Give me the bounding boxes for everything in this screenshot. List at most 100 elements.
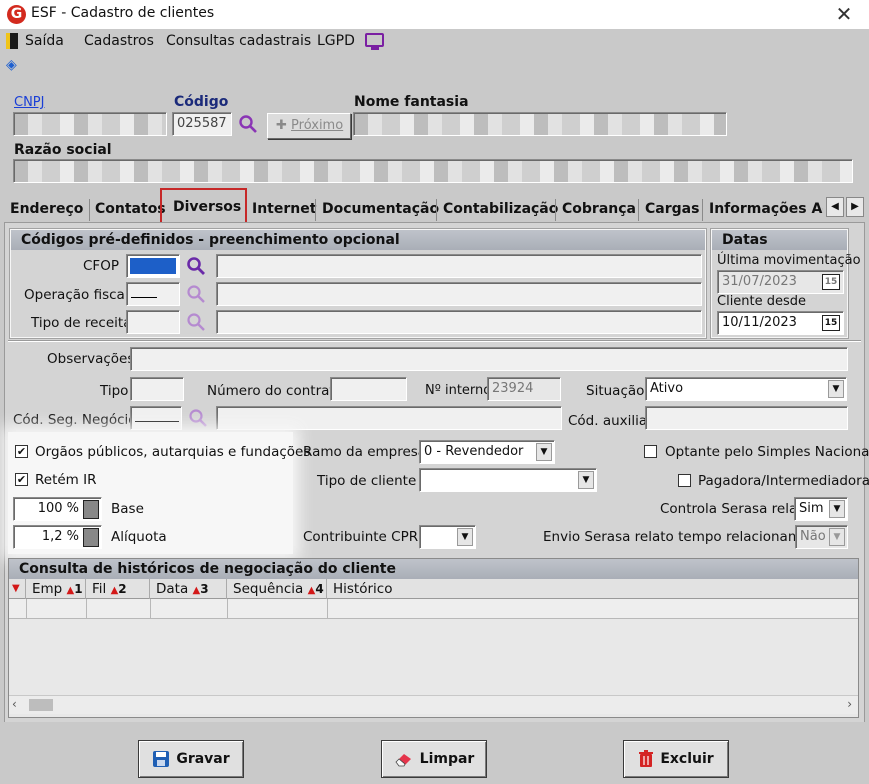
- search-icon[interactable]: [186, 312, 206, 332]
- col-sequencia-label: Sequência: [233, 581, 304, 597]
- cfop-description-field[interactable]: [216, 254, 702, 278]
- ramo-label: Ramo da empresa: [303, 444, 427, 460]
- text-cursor: [131, 297, 157, 298]
- tab-endereco[interactable]: Endereço: [10, 201, 83, 217]
- col-fil[interactable]: Fil ▲2: [86, 579, 150, 599]
- razao-social-field[interactable]: [13, 159, 853, 183]
- col-emp[interactable]: Emp ▲1: [26, 579, 86, 599]
- chevron-down-icon[interactable]: ▼: [578, 471, 594, 489]
- calculator-icon[interactable]: [83, 500, 99, 519]
- search-icon[interactable]: [186, 284, 206, 304]
- tab-cobranca[interactable]: Cobrança: [562, 201, 636, 217]
- cfop-field[interactable]: [126, 254, 180, 278]
- operacao-description-field[interactable]: [216, 282, 702, 306]
- receita-field[interactable]: [126, 310, 180, 334]
- tab-contatos[interactable]: Contatos: [95, 201, 166, 217]
- cod-seg-label: Cód. Seg. Negócio: [13, 412, 137, 428]
- receita-description-field[interactable]: [216, 310, 702, 334]
- col-sequencia[interactable]: Sequência ▲4: [227, 579, 327, 599]
- cod-auxiliar-label: Cód. auxiliar: [568, 413, 653, 429]
- excluir-button[interactable]: Excluir: [623, 740, 729, 778]
- scroll-left-icon[interactable]: ‹: [12, 697, 17, 711]
- tab-scroll-left-icon[interactable]: ◀: [826, 197, 844, 217]
- diamond-arrows-icon[interactable]: ◈: [6, 58, 20, 72]
- cod-seg-field[interactable]: [130, 406, 182, 430]
- chevron-down-icon[interactable]: ▼: [536, 443, 552, 461]
- codigo-field[interactable]: 025587: [172, 112, 232, 136]
- calculator-icon[interactable]: [83, 528, 99, 547]
- col-data[interactable]: Data ▲3: [150, 579, 227, 599]
- retem-ir-checkbox[interactable]: ✔: [15, 473, 28, 486]
- divider: [8, 341, 861, 342]
- observacoes-field[interactable]: [130, 347, 848, 371]
- chevron-down-icon[interactable]: ▼: [828, 380, 844, 398]
- retem-ir-label: Retém IR: [35, 472, 97, 488]
- gravar-button[interactable]: Gravar: [138, 740, 244, 778]
- optante-label: Optante pelo Simples Nacional: [665, 444, 869, 460]
- col-sequencia-sort: 4: [315, 582, 324, 596]
- menu-consultas[interactable]: Consultas cadastrais: [166, 33, 311, 49]
- tab-documentacao[interactable]: Documentação: [322, 201, 439, 217]
- search-icon[interactable]: [186, 256, 206, 276]
- base-value: 100 %: [37, 501, 79, 516]
- ramo-value: 0 - Revendedor: [424, 444, 524, 459]
- monitor-stand: [371, 47, 379, 50]
- col-emp-label: Emp: [32, 581, 63, 597]
- calendar-icon[interactable]: 15: [822, 315, 840, 331]
- proximo-button[interactable]: ✚ Próximo: [267, 113, 351, 139]
- nome-fantasia-field[interactable]: [353, 112, 727, 136]
- tab-internet[interactable]: Internet: [252, 201, 316, 217]
- interno-label: Nº interno: [425, 383, 492, 398]
- col-historico[interactable]: Histórico: [327, 579, 858, 599]
- ultima-movimentacao-value: 31/07/2023: [722, 274, 797, 289]
- envio-select[interactable]: Não ▼: [795, 525, 848, 549]
- tab-cargas[interactable]: Cargas: [645, 201, 699, 217]
- close-icon[interactable]: ✕: [832, 2, 856, 26]
- interno-field[interactable]: 23924: [487, 377, 561, 401]
- situacao-select[interactable]: Ativo ▼: [645, 377, 847, 401]
- ramo-select[interactable]: 0 - Revendedor ▼: [419, 440, 555, 464]
- numero-contrato-field[interactable]: [330, 377, 407, 401]
- tab-contabilizacao[interactable]: Contabilização: [443, 201, 558, 217]
- pagadora-checkbox[interactable]: [678, 474, 691, 487]
- calendar-icon[interactable]: 15: [822, 274, 840, 290]
- aliquota-field[interactable]: 1,2 %: [13, 525, 102, 549]
- cfop-selection: [130, 258, 176, 274]
- scrollbar-thumb[interactable]: [29, 699, 53, 711]
- cod-auxiliar-field[interactable]: [645, 406, 848, 430]
- table-row[interactable]: [9, 599, 858, 619]
- chevron-down-icon[interactable]: ▼: [457, 528, 473, 546]
- cell-divider: [26, 599, 27, 619]
- scroll-right-icon[interactable]: ›: [847, 697, 852, 711]
- cod-seg-description-field[interactable]: [216, 406, 562, 430]
- cnpj-field[interactable]: [13, 112, 167, 136]
- search-icon[interactable]: [188, 408, 208, 428]
- tab-informacoes[interactable]: Informações Adi: [709, 201, 823, 217]
- operacao-field[interactable]: [126, 282, 180, 306]
- cliente-desde-field[interactable]: 10/11/2023 15: [717, 311, 844, 335]
- search-icon[interactable]: [238, 114, 258, 134]
- menu-cadastros[interactable]: Cadastros: [84, 33, 154, 49]
- orgaos-checkbox[interactable]: ✔: [15, 445, 28, 458]
- menu-lgpd[interactable]: LGPD: [317, 33, 355, 49]
- col-emp-sort: 1: [74, 582, 83, 596]
- tab-scroll-arrows: ◀ ▶: [826, 197, 866, 217]
- tipo-cliente-select[interactable]: ▼: [419, 468, 597, 492]
- serasa-select[interactable]: Sim ▼: [794, 497, 848, 521]
- eraser-icon: [395, 754, 411, 767]
- chevron-down-icon[interactable]: ▼: [829, 528, 845, 546]
- limpar-button[interactable]: Limpar: [381, 740, 487, 778]
- optante-checkbox[interactable]: [644, 445, 657, 458]
- chevron-down-icon[interactable]: ▼: [829, 500, 845, 518]
- base-field[interactable]: 100 %: [13, 497, 102, 521]
- tipo-field[interactable]: [130, 377, 184, 401]
- horizontal-scrollbar[interactable]: ‹ ›: [9, 695, 858, 714]
- ultima-movimentacao-field[interactable]: 31/07/2023 15: [717, 270, 844, 294]
- menu-saida[interactable]: Saída: [25, 33, 64, 49]
- razao-social-label: Razão social: [14, 142, 112, 158]
- cnpj-label[interactable]: CNPJ: [14, 95, 44, 110]
- tab-scroll-right-icon[interactable]: ▶: [846, 197, 864, 217]
- monitor-icon[interactable]: [365, 33, 384, 47]
- codigo-label: Código: [174, 94, 229, 110]
- cprb-select[interactable]: ▼: [419, 525, 476, 549]
